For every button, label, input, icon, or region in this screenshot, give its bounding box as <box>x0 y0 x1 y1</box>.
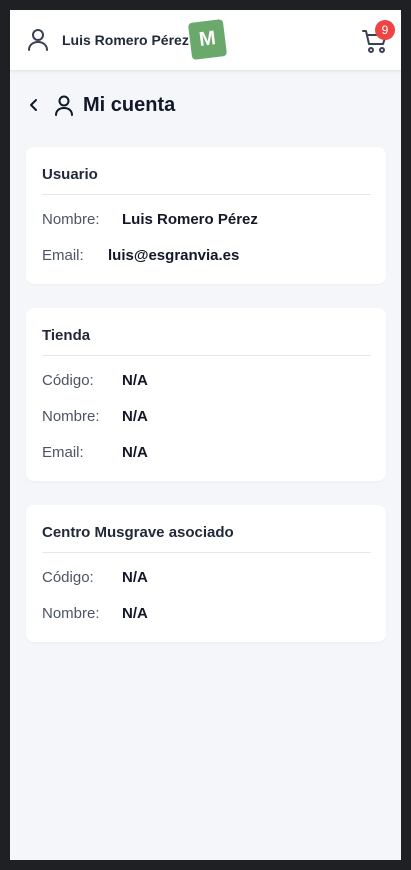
info-row: Nombre: N/A <box>42 408 372 428</box>
cart-count-badge: 9 <box>375 20 395 40</box>
divider <box>42 194 371 195</box>
row-label: Nombre: <box>42 408 100 425</box>
user-icon <box>54 95 74 117</box>
row-value: luis@esgranvia.es <box>108 247 240 264</box>
info-row: Código: N/A <box>42 372 372 392</box>
row-label: Email: <box>42 247 84 264</box>
info-row: Nombre: Luis Romero Pérez <box>42 211 372 231</box>
row-label: Nombre: <box>42 211 100 228</box>
row-label: Código: <box>42 372 94 389</box>
info-row: Email: luis@esgranvia.es <box>42 247 372 267</box>
card-title: Usuario <box>42 166 98 183</box>
user-icon[interactable] <box>27 28 49 52</box>
row-value: Luis Romero Pérez <box>122 211 258 228</box>
info-row: Código: N/A <box>42 569 372 589</box>
row-label: Email: <box>42 444 84 461</box>
tienda-card: Tienda Código: N/A Nombre: N/A Email: N/… <box>26 308 386 481</box>
row-value: N/A <box>122 408 148 425</box>
centro-card: Centro Musgrave asociado Código: N/A Nom… <box>26 505 386 642</box>
page-title: Mi cuenta <box>83 94 176 116</box>
divider <box>42 552 371 553</box>
row-label: Código: <box>42 569 94 586</box>
user-name: Luis Romero Pérez <box>62 32 189 48</box>
row-value: N/A <box>122 372 148 389</box>
brand-logo: M <box>187 19 228 60</box>
page-header: Mi cuenta <box>10 90 401 122</box>
info-row: Nombre: N/A <box>42 605 372 625</box>
divider <box>42 355 371 356</box>
row-label: Nombre: <box>42 605 100 622</box>
card-title: Centro Musgrave asociado <box>42 524 234 541</box>
row-value: N/A <box>122 569 148 586</box>
chevron-left-icon[interactable] <box>27 97 41 113</box>
card-title: Tienda <box>42 327 91 344</box>
row-value: N/A <box>122 444 148 461</box>
row-value: N/A <box>122 605 148 622</box>
usuario-card: Usuario Nombre: Luis Romero Pérez Email:… <box>26 147 386 284</box>
app-frame: Luis Romero Pérez M 9 Mi cuenta Usuario <box>10 10 401 860</box>
top-bar: Luis Romero Pérez M 9 <box>10 10 401 71</box>
info-row: Email: N/A <box>42 444 372 464</box>
